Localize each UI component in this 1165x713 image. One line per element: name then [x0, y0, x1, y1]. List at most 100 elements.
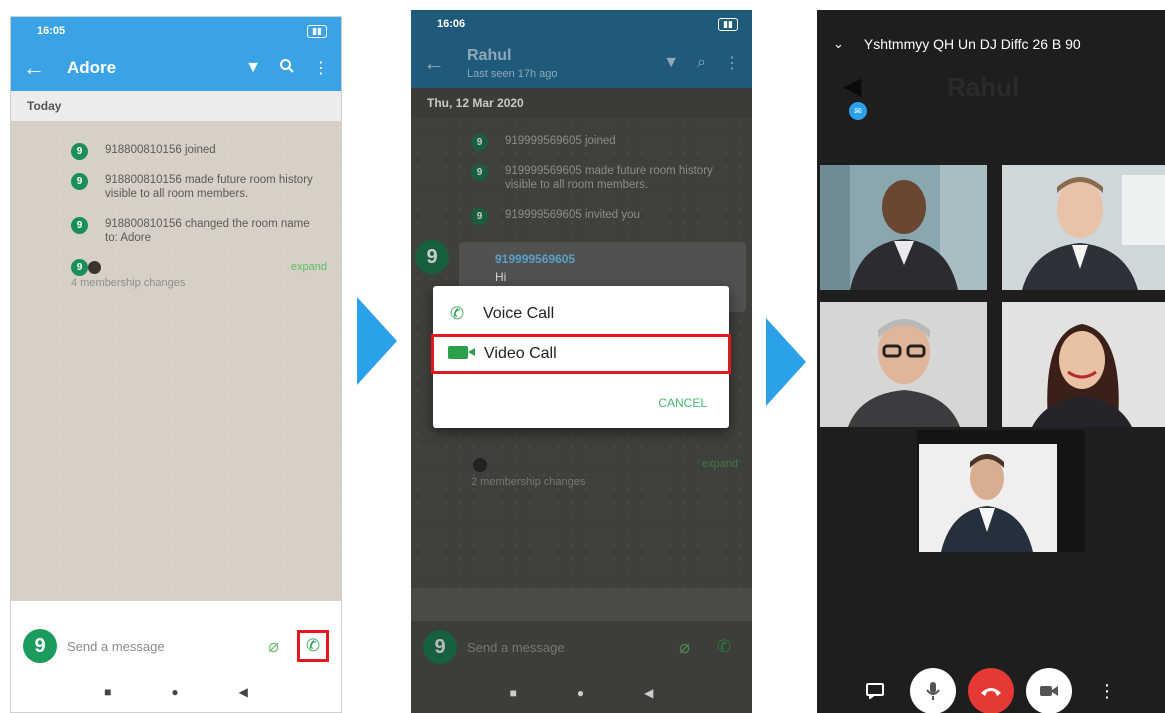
status-time: 16:05 — [37, 25, 66, 37]
flow-arrow-icon — [766, 318, 806, 406]
phone-screen-2: 16:06 ▮▮ ← Rahul Last seen 17h ago ▼ ⌕ ⋮… — [411, 10, 752, 713]
home-icon[interactable]: ● — [171, 685, 178, 699]
voice-call-option[interactable]: ✆ Voice Call — [433, 294, 729, 334]
avatar: 9 — [71, 217, 88, 234]
video-call-label: Video Call — [484, 345, 557, 362]
status-bar: 16:06 ▮▮ — [411, 10, 752, 38]
recents-icon[interactable]: ■ — [510, 686, 517, 700]
message-text: Hi — [495, 270, 507, 284]
event-text: 919999569605 made future room history vi… — [505, 165, 713, 191]
background-contact-name: Rahul — [947, 72, 1020, 102]
attachment-icon[interactable]: ⌀ — [679, 637, 690, 658]
video-tile[interactable] — [820, 302, 987, 427]
title-block: Rahul Last seen 17h ago — [467, 47, 645, 80]
more-options-icon[interactable]: ⋮ — [1084, 668, 1130, 713]
video-camera-icon — [446, 344, 475, 364]
more-options-icon[interactable]: ⋮ — [724, 53, 740, 73]
notification-badge-icon: ✉ — [849, 102, 867, 120]
avatar: 9 — [423, 630, 457, 664]
back-arrow-icon[interactable]: ← — [23, 55, 67, 81]
message-input[interactable]: Send a message — [67, 639, 268, 654]
app-bar: ← Rahul Last seen 17h ago ▼ ⌕ ⋮ — [411, 38, 752, 88]
date-header: Thu, 12 Mar 2020 — [411, 88, 752, 118]
self-video-tile[interactable] — [919, 444, 1057, 552]
video-call-option[interactable]: Video Call — [431, 334, 731, 374]
timeline-event: 9 918800810156 joined — [71, 143, 321, 160]
video-camera-icon[interactable] — [1026, 668, 1072, 713]
back-icon[interactable]: ◀ — [644, 686, 653, 700]
battery-icon: ▮▮ — [307, 24, 327, 38]
call-button-highlighted[interactable]: ✆ — [297, 630, 329, 662]
self-view-frame — [917, 430, 1085, 552]
timeline-event: 9 919999569605 made future room history … — [471, 164, 732, 192]
video-tile[interactable] — [820, 165, 987, 290]
dropdown-icon[interactable]: ▼ — [245, 59, 261, 77]
dropdown-icon[interactable]: ▼ — [663, 54, 679, 72]
chevron-down-icon[interactable]: ⌄ — [833, 36, 844, 52]
composer: 9 Send a message ⌀ ✆ — [411, 621, 752, 673]
avatar — [88, 261, 101, 274]
search-icon[interactable] — [279, 58, 295, 79]
home-icon[interactable]: ● — [577, 686, 584, 700]
back-icon[interactable]: ◀ — [239, 685, 248, 699]
room-title: Rahul — [467, 46, 512, 64]
timeline-event: 9 919999569605 invited you — [471, 208, 732, 225]
membership-changes-text: 4 membership changes — [71, 277, 186, 289]
chat-timeline: 9 918800810156 joined 9 918800810156 mad… — [11, 121, 341, 601]
call-type-dialog: ✆ Voice Call Video Call CANCEL — [431, 286, 731, 428]
hang-up-button[interactable] — [968, 668, 1014, 713]
event-text: 918800810156 joined — [105, 144, 216, 156]
timeline-event: 9 918800810156 made future room history … — [71, 173, 321, 201]
avatar: 9 — [471, 208, 488, 225]
timeline-event: 9 918800810156 changed the room name to:… — [71, 217, 321, 245]
cancel-button[interactable]: CANCEL — [658, 396, 707, 410]
phone-icon: ✆ — [449, 304, 465, 323]
app-bar: ← Adore ▼ ⋮ — [11, 45, 341, 91]
avatar: 9 — [71, 259, 88, 276]
avatar: 9 — [471, 164, 488, 181]
flow-arrow-icon — [357, 297, 397, 385]
status-time: 16:06 — [437, 18, 466, 30]
status-bar: 16:05 ▮▮ — [11, 17, 341, 45]
expand-link[interactable]: expand — [702, 458, 738, 470]
voice-call-label: Voice Call — [483, 305, 555, 322]
microphone-icon[interactable] — [910, 668, 956, 713]
avatar: 9 — [415, 240, 449, 274]
avatar: 9 — [471, 134, 488, 151]
chat-icon[interactable] — [852, 668, 898, 713]
recents-icon[interactable]: ■ — [104, 685, 111, 699]
back-arrow-icon[interactable]: ← — [423, 50, 467, 76]
call-controls: ⋮ — [817, 668, 1165, 713]
membership-avatars: 9 — [71, 259, 321, 276]
call-button[interactable]: ✆ — [708, 631, 740, 663]
call-title: Yshtmmyy QH Un DJ Diffc 26 B 90 — [863, 36, 1081, 52]
timeline-event: 9 919999569605 joined — [471, 134, 732, 151]
video-tile[interactable] — [1002, 302, 1165, 427]
message-input[interactable]: Send a message — [467, 640, 679, 655]
header: 16:06 ▮▮ ← Rahul Last seen 17h ago ▼ ⌕ ⋮ — [411, 10, 752, 88]
avatar — [473, 458, 487, 472]
call-header: ⌄ Yshtmmyy QH Un DJ Diffc 26 B 90 — [833, 36, 1081, 52]
phone-screen-1: 16:05 ▮▮ ← Adore ▼ ⋮ Today 9 91880081015… — [10, 16, 342, 713]
attachment-icon[interactable]: ⌀ — [268, 636, 279, 657]
system-nav-bar: ■ ● ◀ — [11, 672, 341, 712]
expand-link[interactable]: expand — [291, 261, 327, 273]
composer: 9 Send a message ⌀ ✆ — [11, 620, 341, 672]
phone-screen-3-video-call: ◀ Rahul ✉ ⌄ Yshtmmyy QH Un DJ Diffc 26 B… — [817, 10, 1165, 713]
background-back-icon: ◀ — [843, 73, 862, 100]
avatar: 9 — [71, 173, 88, 190]
video-tile[interactable] — [1002, 165, 1165, 290]
search-icon[interactable]: ⌕ — [697, 54, 706, 72]
room-title: Adore — [67, 58, 117, 77]
date-header: Today — [11, 91, 341, 121]
avatar: 9 — [71, 143, 88, 160]
membership-changes-text: 2 membership changes — [471, 476, 586, 488]
avatar: 9 — [23, 629, 57, 663]
battery-icon: ▮▮ — [718, 17, 738, 31]
message-sender: 919999569605 — [495, 252, 576, 266]
system-nav-bar: ■ ● ◀ — [411, 673, 752, 713]
event-text: 919999569605 joined — [505, 135, 616, 147]
last-seen: Last seen 17h ago — [467, 67, 558, 80]
event-text: 919999569605 invited you — [505, 209, 640, 221]
more-options-icon[interactable]: ⋮ — [313, 58, 329, 78]
